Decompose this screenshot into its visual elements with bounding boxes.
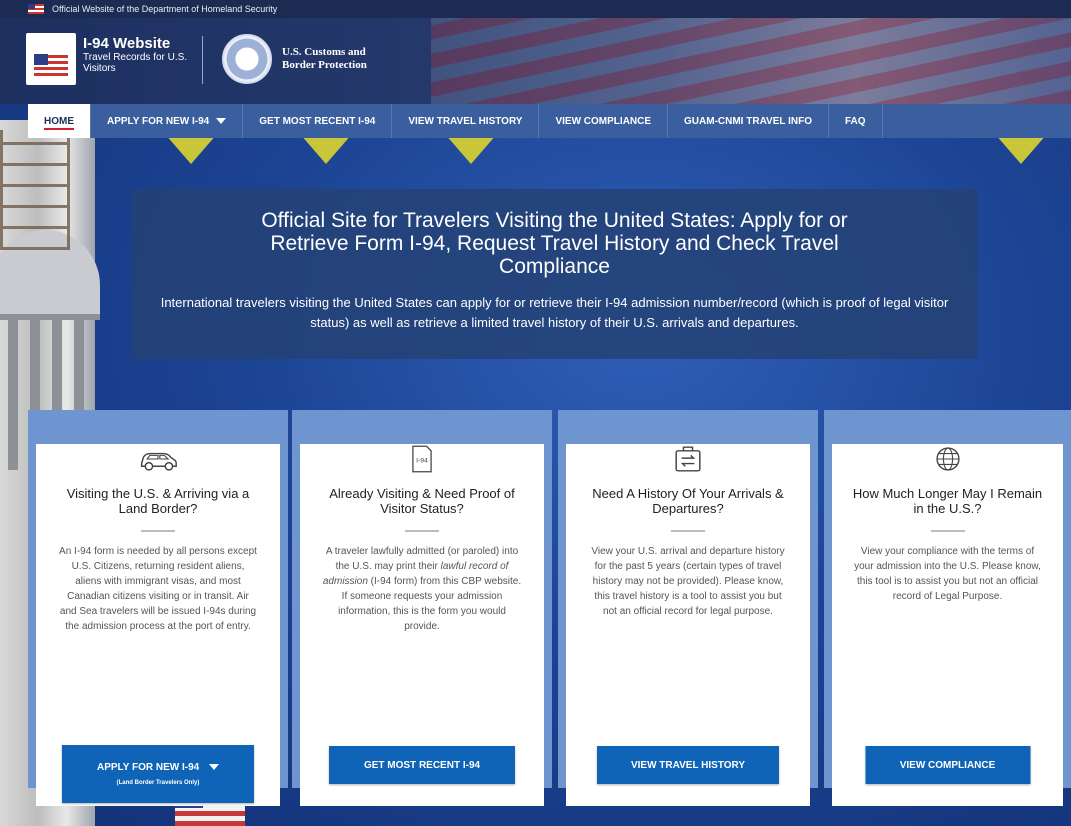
hero-description: International travelers visiting the Uni… xyxy=(160,295,949,330)
button-label: VIEW TRAVEL HISTORY xyxy=(630,759,746,771)
header-divider xyxy=(202,36,203,84)
get-most-recent-i94-button[interactable]: GET MOST RECENT I-94 xyxy=(329,746,515,784)
nav-home[interactable]: HOME xyxy=(28,104,91,138)
background-foliage xyxy=(445,134,497,164)
button-label: GET MOST RECENT I-94 xyxy=(363,759,481,771)
main-nav: HOME APPLY FOR NEW I-94 GET MOST RECENT … xyxy=(28,104,1071,138)
agency-name-line1: U.S. Customs and xyxy=(282,46,366,58)
header-flag-background xyxy=(431,18,1071,104)
card-title: Need A History Of Your Arrivals & Depart… xyxy=(592,486,784,516)
background-foliage xyxy=(165,134,217,164)
hero-title: Official Site for Travelers Visiting the… xyxy=(261,209,848,278)
background-foliage xyxy=(300,134,352,164)
nav-view-travel-history[interactable]: VIEW TRAVEL HISTORY xyxy=(392,104,540,138)
nav-view-compliance[interactable]: VIEW COMPLIANCE xyxy=(539,104,669,138)
button-label: VIEW COMPLIANCE xyxy=(899,759,996,771)
card-body: A traveler lawfully admitted (or paroled… xyxy=(322,546,522,632)
button-sublabel: (Land Border Travelers Only) xyxy=(116,780,200,786)
nav-compliance-label: VIEW COMPLIANCE xyxy=(555,115,652,127)
i94-icon-text: I-94 xyxy=(416,458,428,465)
card-title: Visiting the U.S. & Arriving via a Land … xyxy=(66,486,250,516)
nav-apply-label: APPLY FOR NEW I-94 xyxy=(107,115,210,127)
card-title: How Much Longer May I Remain in the U.S.… xyxy=(852,486,1043,516)
card-divider xyxy=(141,530,175,532)
car-icon xyxy=(140,452,177,471)
chevron-down-icon xyxy=(216,118,227,124)
card-title: Already Visiting & Need Proof of Visitor… xyxy=(329,486,515,516)
gov-banner: Official Website of the Department of Ho… xyxy=(0,0,1071,18)
chevron-down-icon xyxy=(209,764,220,770)
card-divider xyxy=(671,530,705,532)
travel-history-icon xyxy=(675,446,701,472)
nav-home-label: HOME xyxy=(44,115,74,127)
card-compliance: How Much Longer May I Remain in the U.S.… xyxy=(824,410,1071,806)
site-title-text: I-94 Website xyxy=(83,35,171,52)
card-body: View your U.S. arrival and departure his… xyxy=(591,546,785,617)
nav-faq-label: FAQ xyxy=(845,115,866,127)
nav-travel-history-label: VIEW TRAVEL HISTORY xyxy=(408,115,523,127)
card-travel-history: Need A History Of Your Arrivals & Depart… xyxy=(558,410,818,806)
card-land-border: Visiting the U.S. & Arriving via a Land … xyxy=(28,410,288,806)
site-header: I-94 Website Travel Records for U.S. Vis… xyxy=(0,18,1071,104)
i94-logo-icon[interactable] xyxy=(26,33,76,85)
scaffolding-image xyxy=(0,130,70,250)
i94-document-icon: I-94 xyxy=(412,445,432,473)
us-flag-icon xyxy=(28,4,44,14)
nav-guam-cnmi-travel-info[interactable]: GUAM-CNMI TRAVEL INFO xyxy=(668,104,829,138)
globe-icon xyxy=(935,447,960,471)
button-label: APPLY FOR NEW I-94 xyxy=(96,762,200,773)
nav-apply-for-new-i94[interactable]: APPLY FOR NEW I-94 xyxy=(91,104,244,138)
nav-faq[interactable]: FAQ xyxy=(829,104,883,138)
nav-get-most-recent-i94[interactable]: GET MOST RECENT I-94 xyxy=(243,104,393,138)
site-subtitle-text: Travel Records for U.S. Visitors xyxy=(83,52,188,74)
card-proof-of-status: I-94 Already Visiting & Need Proof of Vi… xyxy=(292,410,552,806)
card-body: View your compliance with the terms of y… xyxy=(854,546,1041,602)
agency-name[interactable]: U.S. Customs and Border Protection xyxy=(282,46,367,72)
view-travel-history-button[interactable]: VIEW TRAVEL HISTORY xyxy=(597,746,779,784)
cbp-seal-icon[interactable] xyxy=(222,34,272,84)
card-divider xyxy=(930,530,965,532)
site-title[interactable]: I-94 Website Travel Records for U.S. Vis… xyxy=(83,35,193,74)
nav-guam-label: GUAM-CNMI TRAVEL INFO xyxy=(684,115,812,127)
gov-banner-text: Official Website of the Department of Ho… xyxy=(52,4,278,14)
card-body: An I-94 form is needed by all persons ex… xyxy=(59,546,257,632)
apply-for-new-i94-button[interactable]: APPLY FOR NEW I-94 (Land Border Traveler… xyxy=(62,745,254,803)
card-divider xyxy=(405,530,439,532)
background-foliage xyxy=(995,134,1047,164)
view-compliance-button[interactable]: VIEW COMPLIANCE xyxy=(865,746,1030,784)
nav-get-recent-label: GET MOST RECENT I-94 xyxy=(259,115,376,127)
agency-name-line2: Border Protection xyxy=(282,59,367,71)
hero-panel: Official Site for Travelers Visiting the… xyxy=(131,189,978,359)
